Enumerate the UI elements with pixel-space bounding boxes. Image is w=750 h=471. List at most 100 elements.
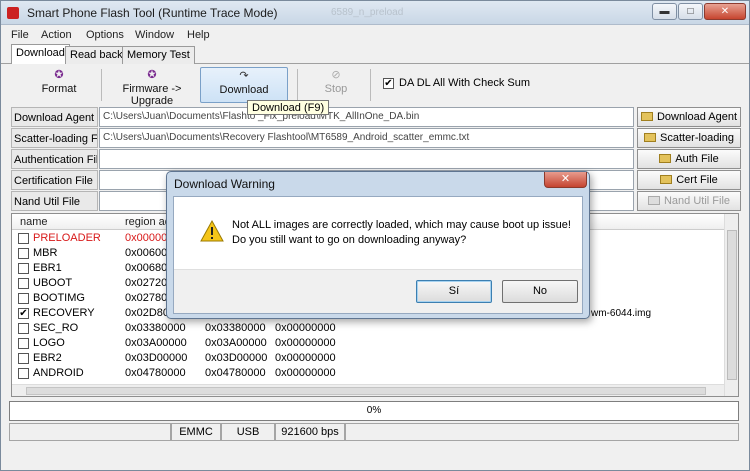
minimize-button[interactable]: ▬ <box>652 3 677 20</box>
tab-read-back[interactable]: Read back <box>65 46 128 64</box>
list-item[interactable]: EBR2 0x03D00000 0x03D00000 0x00000000 <box>12 351 724 366</box>
cert-file-button[interactable]: Cert File <box>637 170 741 190</box>
partition-name: RECOVERY <box>33 307 95 319</box>
format-button[interactable]: ✪ Format <box>39 67 79 103</box>
download-agent-button[interactable]: Download Agent <box>637 107 741 127</box>
dialog-title: Download Warning <box>174 177 275 191</box>
download-agent-field[interactable]: C:\Users\Juan\Documents\Flashto _Fix_pre… <box>99 107 634 127</box>
column-header-region-address[interactable]: region ad <box>125 216 171 228</box>
partition-name: EBR1 <box>33 262 62 274</box>
partition-checkbox[interactable] <box>18 353 29 364</box>
menu-bar: File Action Options Window Help <box>1 26 749 44</box>
folder-icon <box>647 196 660 205</box>
folder-icon <box>644 133 656 142</box>
folder-icon <box>660 175 673 184</box>
partition-checkbox[interactable] <box>18 338 29 349</box>
menu-action[interactable]: Action <box>41 29 72 41</box>
list-item[interactable]: ANDROID 0x04780000 0x04780000 0x00000000 <box>12 366 724 381</box>
dialog-close-button[interactable]: ✕ <box>544 172 587 188</box>
region-address: 0x03A00000 <box>125 337 187 349</box>
tab-memory-test[interactable]: Memory Test <box>122 46 195 64</box>
scrollbar-thumb[interactable] <box>727 230 737 380</box>
authentication-file-field[interactable] <box>99 149 634 169</box>
dialog-body: Not ALL images are correctly loaded, whi… <box>173 196 583 314</box>
begin-address: 0x04780000 <box>205 367 266 379</box>
folder-icon <box>640 112 653 121</box>
list-item[interactable]: LOGO 0x03A00000 0x03A00000 0x00000000 <box>12 336 724 351</box>
title-bar[interactable]: Smart Phone Flash Tool (Runtime Trace Mo… <box>1 1 749 25</box>
status-cell <box>9 423 171 441</box>
stop-icon: ⊘ <box>331 69 341 81</box>
end-address: 0x00000000 <box>275 352 336 364</box>
scatter-loading-field[interactable]: C:\Users\Juan\Documents\Recovery Flashto… <box>99 128 634 148</box>
folder-icon <box>659 154 672 163</box>
column-header-name[interactable]: name <box>20 216 48 228</box>
partition-name: EBR2 <box>33 352 62 364</box>
nand-util-file-button-label: Nand Util File <box>663 195 731 207</box>
partition-name: BOOTIMG <box>33 292 85 304</box>
partition-checkbox[interactable]: ✔ <box>18 308 29 319</box>
toolbar-separator <box>101 69 102 101</box>
background-window-text: 6589_n_preload <box>331 7 404 18</box>
status-connection: USB <box>221 423 275 441</box>
partition-checkbox[interactable] <box>18 323 29 334</box>
download-tooltip: Download (F9) <box>247 100 330 115</box>
da-dl-checkbox[interactable]: ✔ <box>383 78 394 89</box>
main-window: Smart Phone Flash Tool (Runtime Trace Mo… <box>0 0 750 471</box>
nand-util-file-label: Nand Util File <box>11 191 98 211</box>
auth-file-button[interactable]: Auth File <box>637 149 741 169</box>
scrollbar-thumb[interactable] <box>26 387 706 395</box>
dialog-footer: Sí No <box>174 269 582 313</box>
download-label: Download <box>219 84 269 96</box>
yes-button[interactable]: Sí <box>416 280 492 303</box>
partition-name: PRELOADER <box>33 232 101 244</box>
scatter-loading-button[interactable]: Scatter-loading <box>637 128 741 148</box>
partition-name: LOGO <box>33 337 65 349</box>
tab-download[interactable]: Download <box>11 44 70 64</box>
image-file-text: wm-6044.img <box>591 308 652 319</box>
close-button[interactable]: ✕ <box>704 3 746 20</box>
partition-checkbox[interactable] <box>18 368 29 379</box>
list-item[interactable]: SEC_RO 0x03380000 0x03380000 0x00000000 <box>12 321 724 336</box>
begin-address: 0x03380000 <box>205 322 266 334</box>
partition-checkbox[interactable] <box>18 248 29 259</box>
stop-button[interactable]: ⊘ Stop <box>315 67 357 103</box>
menu-file[interactable]: File <box>11 29 29 41</box>
firmware-upgrade-button[interactable]: ✪ Firmware -> Upgrade <box>105 67 199 107</box>
format-label: Format <box>41 83 77 95</box>
vertical-scrollbar[interactable] <box>724 214 738 396</box>
dialog-message-line-2: Do you still want to go on downloading a… <box>232 234 467 246</box>
partition-checkbox[interactable] <box>18 293 29 304</box>
status-bar: EMMC USB 921600 bps <box>1 423 749 441</box>
cert-file-button-label: Cert File <box>676 174 718 186</box>
begin-address: 0x03D00000 <box>205 352 268 364</box>
firmware-upgrade-label: Firmware -> Upgrade <box>122 83 182 107</box>
toolbar-separator <box>370 69 371 101</box>
nand-util-file-button[interactable]: Nand Util File <box>637 191 741 211</box>
firmware-icon: ✪ <box>147 69 157 81</box>
download-agent-button-label: Download Agent <box>656 111 738 123</box>
menu-help[interactable]: Help <box>187 29 210 41</box>
download-icon: ↷ <box>239 70 249 82</box>
da-dl-checkbox-label: DA DL All With Check Sum <box>399 77 531 89</box>
status-storage: EMMC <box>171 423 221 441</box>
partition-name: MBR <box>33 247 58 259</box>
partition-checkbox[interactable] <box>18 263 29 274</box>
maximize-button[interactable]: □ <box>678 3 703 20</box>
toolbar-separator <box>297 69 298 101</box>
partition-checkbox[interactable] <box>18 233 29 244</box>
partition-checkbox[interactable] <box>18 278 29 289</box>
authentication-file-label: Authentication File <box>11 149 98 169</box>
download-warning-dialog: Download Warning ✕ Not ALL images are co… <box>166 171 590 319</box>
horizontal-scrollbar[interactable] <box>12 384 724 396</box>
status-cell <box>345 423 739 441</box>
no-button[interactable]: No <box>502 280 578 303</box>
download-button[interactable]: ↷ Download <box>200 67 288 103</box>
end-address: 0x00000000 <box>275 367 336 379</box>
region-address: 0x04780000 <box>125 367 186 379</box>
partition-name: UBOOT <box>33 277 73 289</box>
menu-window[interactable]: Window <box>135 29 174 41</box>
menu-options[interactable]: Options <box>86 29 124 41</box>
window-title: Smart Phone Flash Tool (Runtime Trace Mo… <box>27 6 278 20</box>
dialog-message-line-1: Not ALL images are correctly loaded, whi… <box>232 219 571 231</box>
